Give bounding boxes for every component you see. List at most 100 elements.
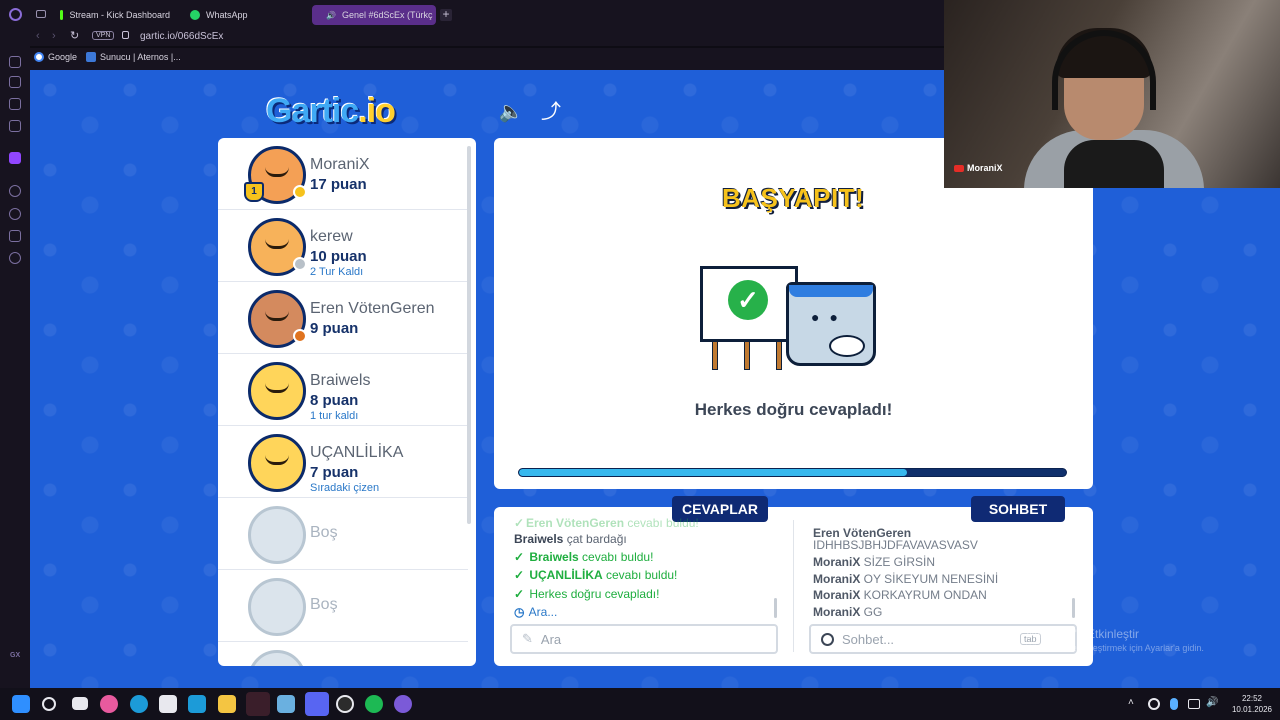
empty-slot-label: Boş [310, 596, 338, 613]
empty-slot-label: Boş [310, 524, 338, 541]
tab-label: Stream - Kick Dashboard [69, 10, 170, 20]
masterpiece-banner: BAŞYAPIT! [722, 183, 865, 213]
bookmark-google[interactable]: Google [34, 52, 77, 62]
app-icon-2[interactable] [394, 695, 412, 713]
taskbar-clock[interactable]: 22:52 10.01.2026 [1228, 693, 1276, 715]
player-row[interactable]: Braiwels 8 puan 1 tur kaldı [218, 354, 468, 426]
microphone-icon[interactable] [1170, 698, 1178, 710]
settings-icon[interactable] [9, 252, 21, 264]
checkmark-icon: ✓ [728, 280, 768, 320]
share-icon[interactable]: ⤴ [538, 99, 564, 125]
chat-bubble-icon [821, 632, 834, 646]
player-row[interactable]: Eren VötenGeren 9 puan [218, 282, 468, 354]
opera-gx-icon[interactable] [246, 692, 270, 716]
answer-input[interactable] [540, 631, 741, 647]
player-name: Braiwels [310, 372, 371, 389]
answer-line: ✓ UÇANLİLİKA cevabı buldu! [514, 568, 678, 582]
back-icon[interactable]: ‹ [36, 30, 40, 42]
chat-scrollbar[interactable] [1072, 598, 1075, 618]
pencil-icon: ✎ [522, 631, 533, 646]
vpn-badge[interactable]: VPN [92, 31, 115, 40]
chat-input[interactable] [842, 631, 1012, 647]
obs-icon[interactable] [336, 695, 354, 713]
forward-icon[interactable]: › [52, 30, 56, 42]
player-score: 7 puan [310, 464, 359, 481]
browser-sidebar: GX [0, 28, 30, 688]
answer-line: ◷ Ara... [514, 605, 558, 619]
tab-kick-dashboard[interactable]: Stream - Kick Dashboard [52, 5, 178, 25]
check-icon: ✓ [514, 516, 525, 530]
avatar [248, 362, 306, 420]
tab-whatsapp[interactable]: WhatsApp [182, 5, 302, 25]
computer-icon[interactable] [188, 695, 206, 713]
player-status: 1 tur kaldı [310, 410, 359, 422]
sync-icon[interactable] [1148, 698, 1160, 710]
reload-icon[interactable]: ↻ [70, 29, 79, 42]
avatar [248, 290, 307, 348]
spotify-icon[interactable] [365, 695, 383, 713]
chat-divider [793, 520, 794, 652]
bookmark-aternos[interactable]: Sunucu | Aternos |... [86, 52, 181, 62]
url-text[interactable]: gartic.io/066dScEx [140, 31, 223, 42]
gamepad-icon[interactable] [9, 98, 21, 110]
answer-line: ✓ Eren VötenGeren cevabı buldu! [514, 516, 699, 530]
avatar [248, 434, 306, 492]
trophy-icon: 1 [244, 182, 264, 202]
tab-gartic[interactable]: 🔊 Genel #6dScEx (Türkç [312, 5, 436, 25]
copilot-icon[interactable] [100, 695, 118, 713]
file-explorer-icon[interactable] [218, 695, 236, 713]
sound-icon[interactable]: 🔈 [498, 99, 524, 125]
volume-icon[interactable]: 🔊 [1206, 697, 1224, 715]
edge-icon[interactable] [130, 695, 148, 713]
player-icon[interactable] [9, 185, 21, 197]
empty-avatar-icon [248, 578, 306, 636]
messenger-icon[interactable] [9, 120, 21, 132]
kick-icon [60, 10, 64, 20]
app-icon[interactable] [277, 695, 295, 713]
players-scrollbar[interactable] [467, 146, 471, 524]
answer-line: ✓ Herkes doğru cevapladı! [514, 587, 660, 601]
windows-start-icon[interactable] [12, 695, 30, 713]
task-view-icon[interactable] [72, 697, 88, 710]
paint-bucket-illustration: ●● [786, 282, 876, 366]
avatar [248, 218, 307, 276]
activation-watermark-sub: Windows'u etkinleştirmek için Ayarlar'a … [1026, 643, 1204, 653]
chat-line: MoraniX SİZE GİRSİN [813, 555, 936, 569]
history-icon[interactable] [9, 208, 21, 220]
tab-menu-icon[interactable] [36, 10, 46, 18]
player-row[interactable]: UÇANLİLİKA 7 puan Sıradaki çizen [218, 426, 468, 498]
gartic-logo: Gartic.io [266, 92, 396, 130]
extensions-icon[interactable] [9, 230, 21, 242]
empty-avatar-icon [248, 650, 306, 666]
player-row[interactable]: 1 MoraniX 17 puan [218, 138, 468, 210]
answer-input-box[interactable]: ✎ [510, 624, 778, 654]
answers-scrollbar[interactable] [774, 598, 777, 618]
twitch-icon[interactable] [9, 152, 21, 164]
new-tab-button[interactable]: + [440, 8, 452, 21]
discord-icon[interactable] [305, 692, 329, 716]
webcam-label: MoraniX [954, 163, 1003, 173]
answer-line: ✓ Braiwels cevabı buldu! [514, 550, 654, 564]
lock-icon [122, 31, 129, 39]
youtube-icon [954, 164, 964, 172]
tray-chevron-icon[interactable]: ˄ [1128, 697, 1146, 715]
player-score: 17 puan [310, 176, 367, 193]
player-name: UÇANLİLİKA [310, 444, 404, 461]
empty-avatar-icon [248, 506, 306, 564]
activation-watermark: Windows'u Etkinleştir [1026, 627, 1139, 641]
player-score: 10 puan [310, 248, 367, 265]
round-progress-bar [518, 468, 1067, 477]
gx-label: GX [10, 652, 21, 659]
ai-icon[interactable] [9, 56, 21, 68]
player-name: MoraniX [310, 156, 370, 173]
search-icon[interactable] [42, 697, 56, 711]
player-row[interactable]: kerew 10 puan 2 Tur Kaldı [218, 210, 468, 282]
opera-logo-icon[interactable] [9, 8, 22, 21]
store-icon[interactable] [159, 695, 177, 713]
whatsapp-icon [190, 10, 200, 20]
workspace-icon[interactable] [9, 76, 21, 88]
display-icon[interactable] [1188, 699, 1200, 709]
chat-line: MoraniX KORKAYRUM ONDAN [813, 588, 987, 602]
check-icon: ✓ [514, 550, 525, 564]
tab-chat[interactable]: SOHBET [971, 496, 1065, 522]
